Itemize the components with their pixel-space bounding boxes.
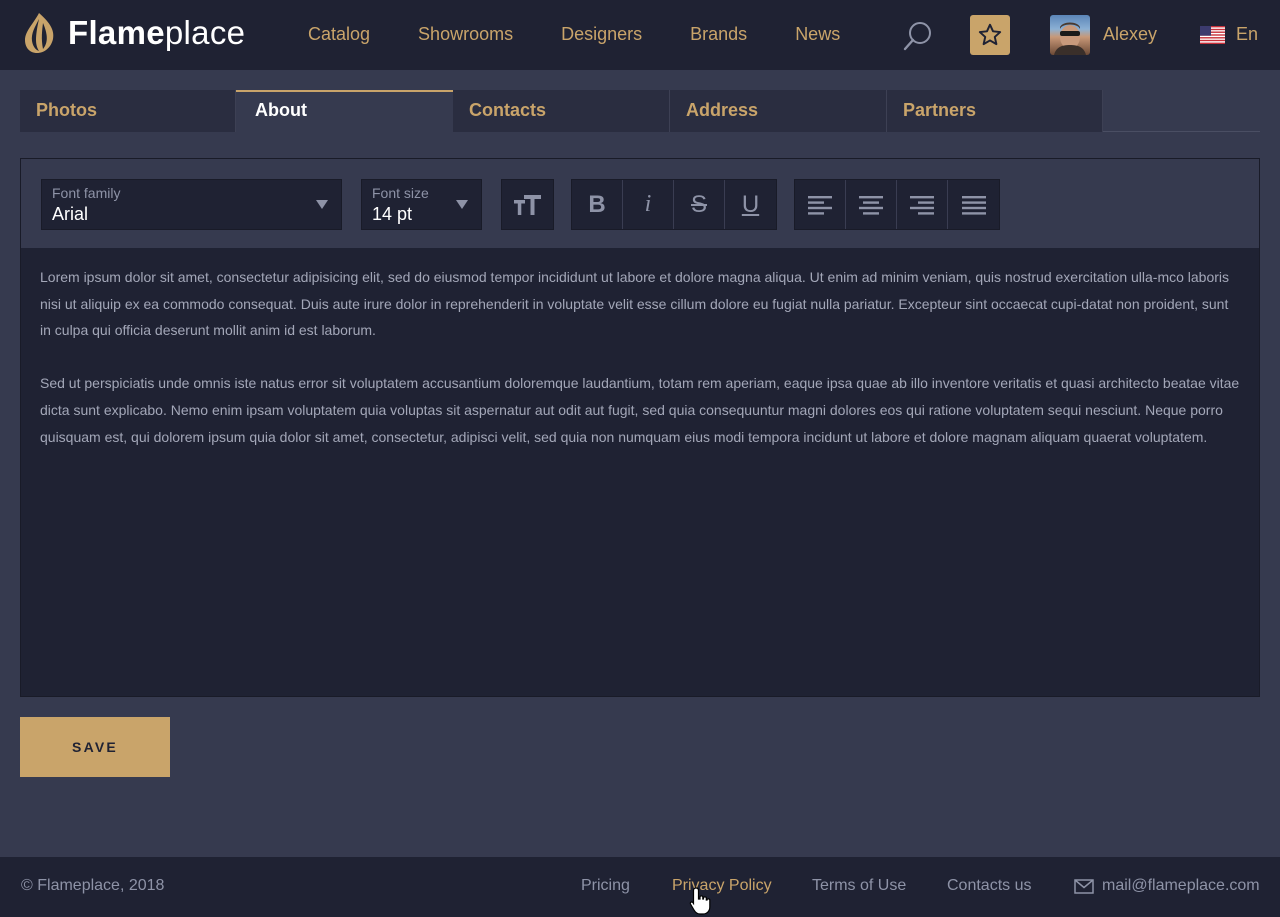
content-paragraph: Lorem ipsum dolor sit amet, consectetur …: [40, 269, 1230, 339]
footer-email-link[interactable]: mail@flameplace.com: [1074, 877, 1260, 895]
search-icon: [903, 22, 931, 51]
nav-brands[interactable]: Brands: [690, 24, 747, 45]
footer-link-pricing[interactable]: Pricing: [581, 877, 630, 895]
flame-logo-icon: [25, 13, 54, 53]
text-size-icon: [513, 194, 541, 215]
tab-about[interactable]: About: [236, 90, 453, 132]
nav-showrooms[interactable]: Showrooms: [418, 24, 513, 45]
font-size-value: 14 pt: [372, 204, 413, 224]
footer-link-contacts-us[interactable]: Contacts us: [947, 877, 1031, 895]
tab-bar: Photos About Contacts Address Partners: [20, 90, 1260, 132]
footer-link-terms-of-use[interactable]: Terms of Use: [812, 877, 906, 895]
footer: © Flameplace, 2018 Pricing Privacy Polic…: [0, 857, 1280, 917]
editor-content[interactable]: Lorem ipsum dolor sit amet, consectetur …: [21, 248, 1259, 696]
align-left-icon: [808, 195, 832, 215]
user-name[interactable]: Alexey: [1103, 24, 1157, 45]
tab-address[interactable]: Address: [670, 90, 887, 132]
align-center-button[interactable]: [846, 180, 897, 229]
rich-text-editor: Font family Arial Font size 14 pt B i S: [20, 158, 1260, 697]
text-size-button[interactable]: [502, 180, 553, 229]
underline-button[interactable]: U: [725, 180, 776, 229]
tab-partners[interactable]: Partners: [887, 90, 1103, 132]
font-family-value: Arial: [52, 204, 89, 224]
align-justify-button[interactable]: [948, 180, 999, 229]
language-selector[interactable]: En: [1200, 24, 1258, 45]
hand-cursor-icon: [689, 887, 711, 915]
align-left-button[interactable]: [795, 180, 846, 229]
italic-button[interactable]: i: [623, 180, 674, 229]
header: Flameplace Catalog Showrooms Designers B…: [0, 0, 1280, 70]
chevron-down-icon: [316, 200, 328, 209]
main-nav: Catalog Showrooms Designers Brands News: [308, 24, 888, 45]
favorites-button[interactable]: [970, 15, 1010, 55]
mail-icon: [1074, 878, 1094, 894]
align-center-icon: [859, 195, 883, 215]
nav-news[interactable]: News: [795, 24, 840, 45]
editor-toolbar: Font family Arial Font size 14 pt B i S: [21, 159, 1259, 248]
avatar[interactable]: [1050, 15, 1090, 55]
font-size-label: Font size: [372, 185, 429, 201]
avatar-image: [1054, 22, 1086, 55]
font-family-label: Font family: [52, 185, 121, 201]
nav-designers[interactable]: Designers: [561, 24, 642, 45]
tab-contacts[interactable]: Contacts: [453, 90, 670, 132]
align-justify-icon: [961, 195, 986, 215]
strikethrough-button[interactable]: S: [674, 180, 725, 229]
text-style-group: B i S U: [571, 179, 777, 230]
bold-button[interactable]: B: [572, 180, 623, 229]
footer-email: mail@flameplace.com: [1102, 877, 1260, 894]
font-size-select[interactable]: Font size 14 pt: [361, 179, 482, 230]
us-flag-icon: [1200, 25, 1225, 44]
nav-catalog[interactable]: Catalog: [308, 24, 370, 45]
text-size-group: [501, 179, 554, 230]
tab-photos[interactable]: Photos: [20, 90, 236, 132]
search-button[interactable]: [902, 20, 934, 52]
logo[interactable]: Flameplace: [22, 11, 245, 55]
align-right-icon: [910, 195, 934, 215]
font-family-select[interactable]: Font family Arial: [41, 179, 342, 230]
copyright: © Flameplace, 2018: [21, 877, 165, 894]
footer-link-privacy-policy[interactable]: Privacy Policy: [672, 877, 772, 895]
content-paragraph: Sed ut perspiciatis unde omnis iste natu…: [40, 375, 1240, 445]
save-button[interactable]: SAVE: [20, 717, 170, 777]
language-label: En: [1236, 24, 1259, 44]
chevron-down-icon: [456, 200, 468, 209]
align-right-button[interactable]: [897, 180, 948, 229]
alignment-group: [794, 179, 1000, 230]
star-icon: [978, 23, 1002, 46]
logo-text: Flameplace: [68, 14, 246, 51]
